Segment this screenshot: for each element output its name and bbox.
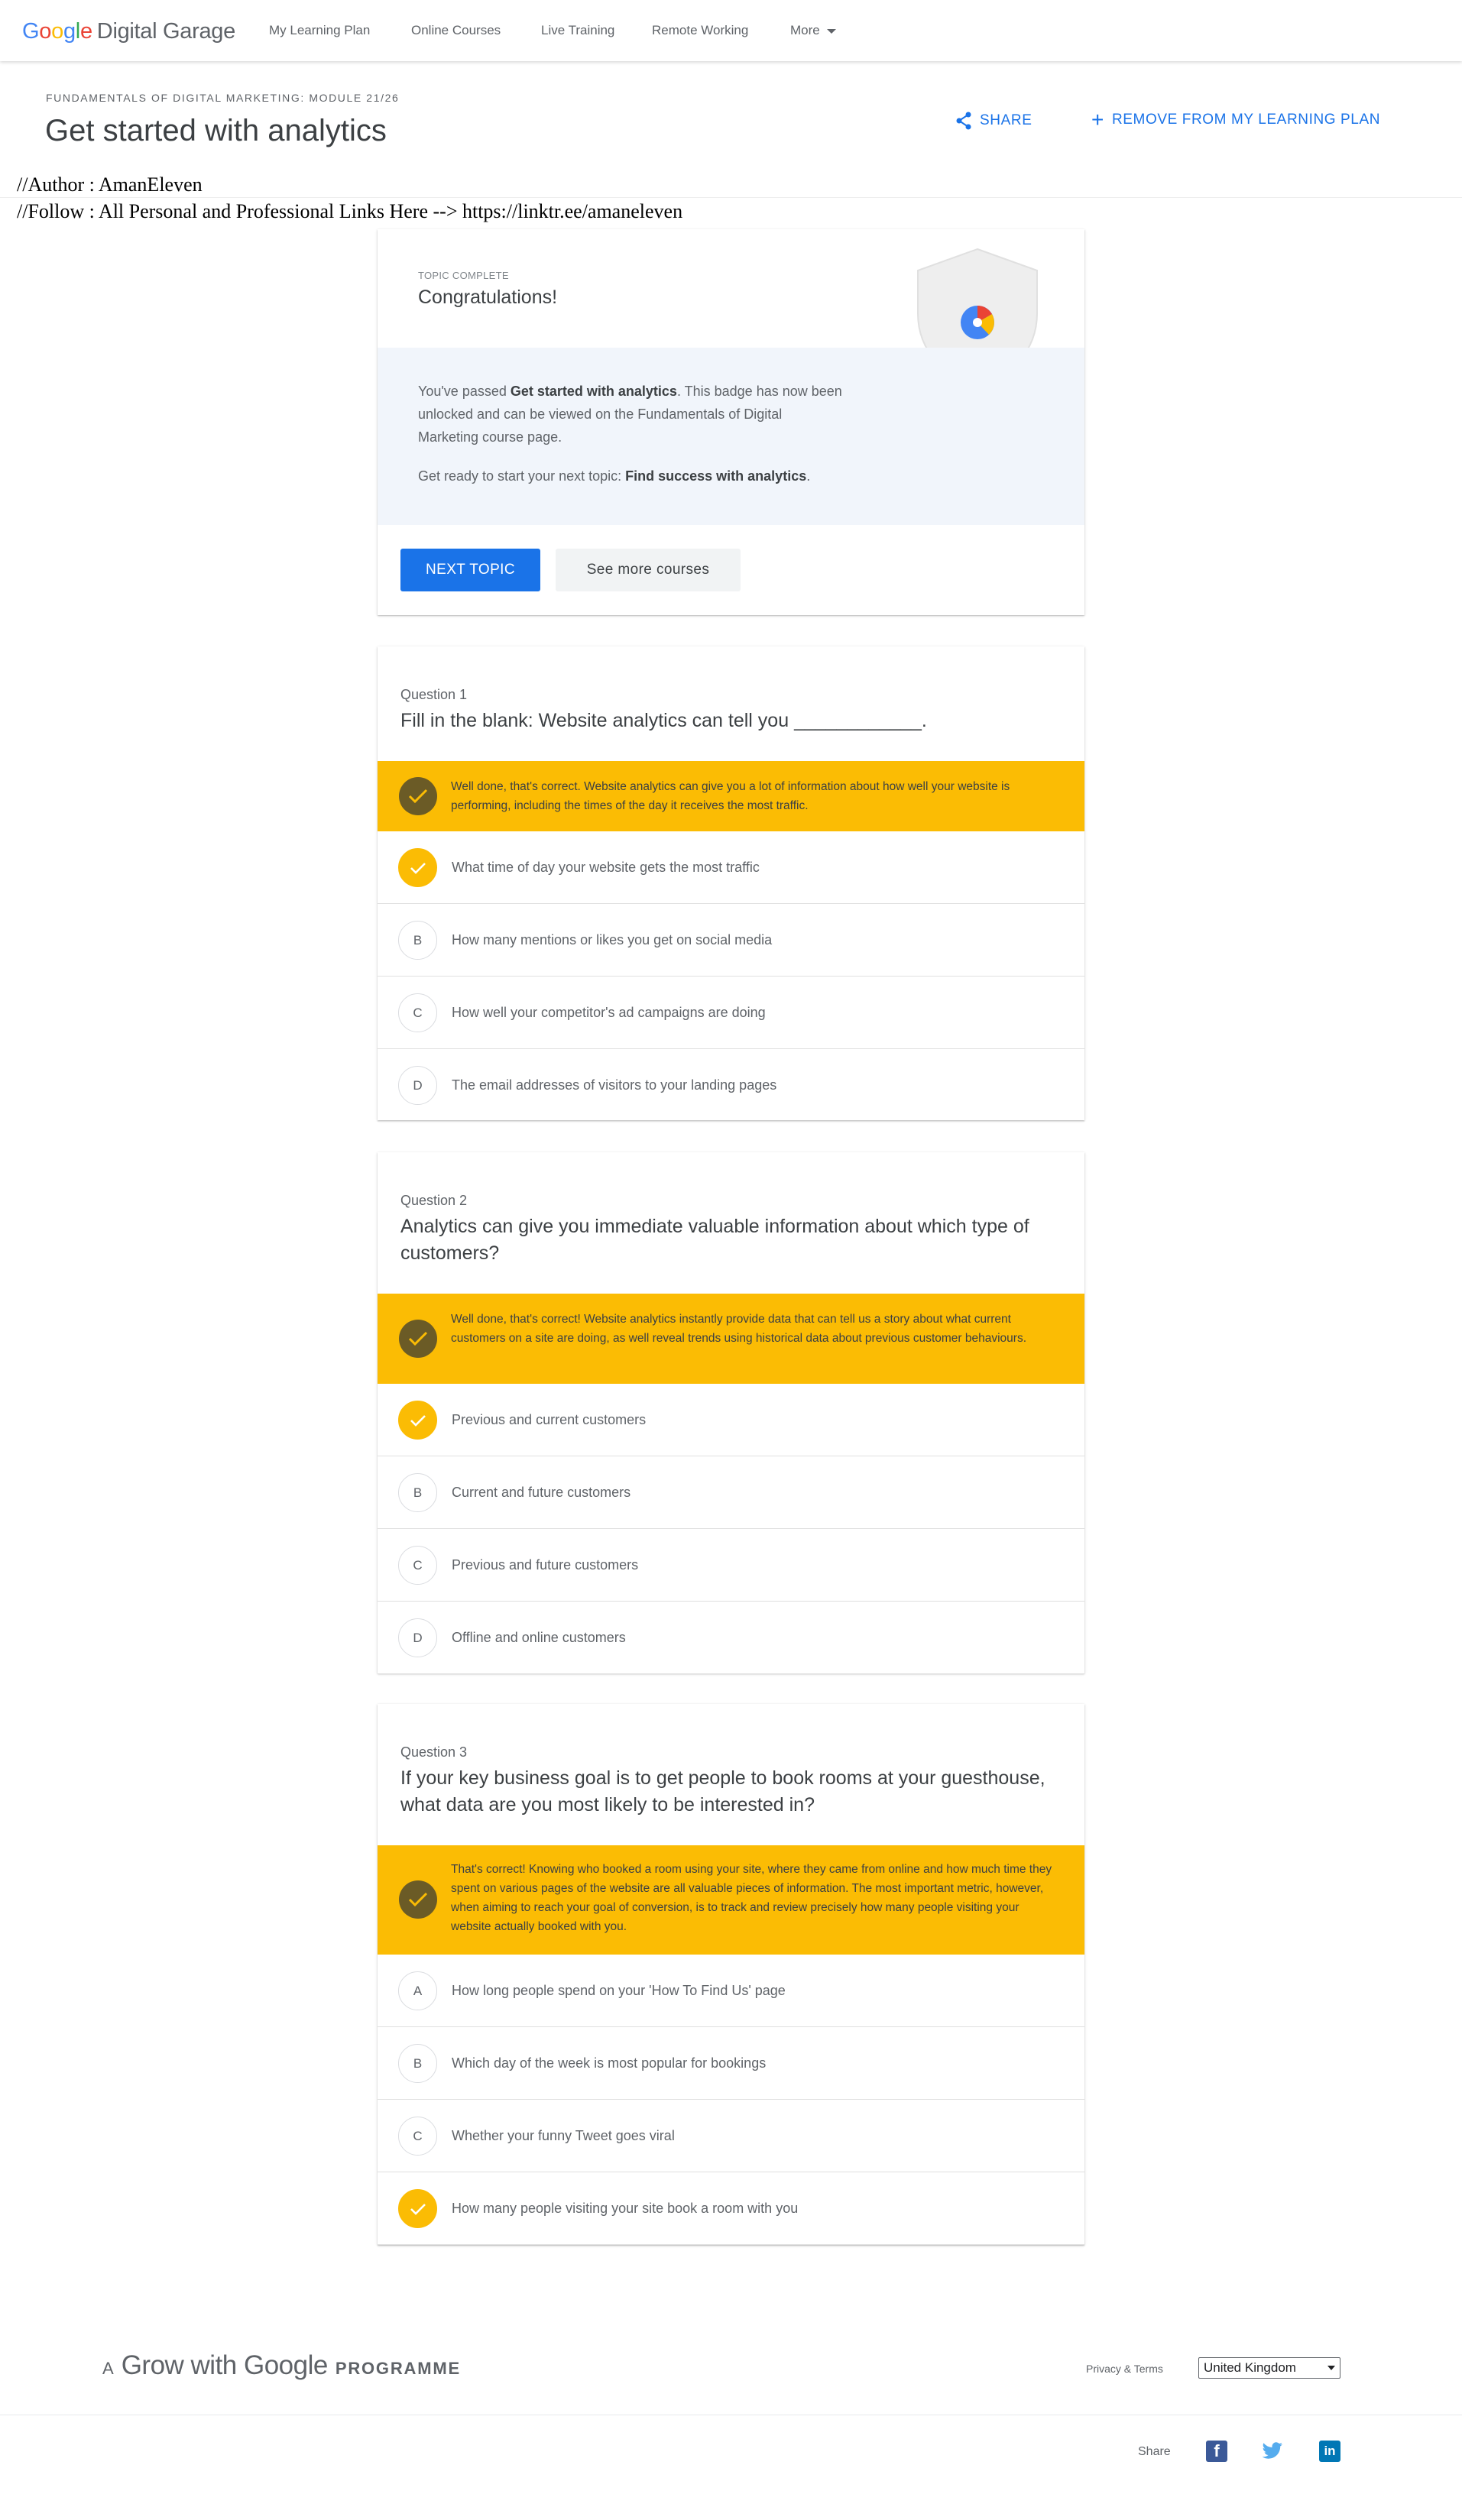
- check-icon: [398, 2189, 437, 2228]
- plus-icon: +: [1091, 108, 1104, 131]
- option-letter: B: [398, 921, 437, 960]
- logo-product-name: Digital Garage: [96, 19, 235, 44]
- nav-more-label: More: [790, 23, 820, 37]
- next-topic-message: Get ready to start your next topic: Find…: [418, 468, 811, 484]
- check-icon: [398, 1401, 437, 1440]
- answer-option[interactable]: D Offline and online customers: [378, 1602, 1084, 1674]
- check-icon: [399, 1320, 437, 1358]
- option-letter: B: [398, 1473, 437, 1512]
- module-kicker: FUNDAMENTALS OF DIGITAL MARKETING: MODUL…: [46, 92, 400, 104]
- option-letter: B: [398, 2044, 437, 2083]
- grow-with-google-logo[interactable]: A Grow with Google PROGRAMME: [102, 2350, 461, 2381]
- option-letter: C: [398, 2117, 437, 2156]
- answer-option[interactable]: D The email addresses of visitors to you…: [378, 1049, 1084, 1122]
- option-text: What time of day your website gets the m…: [452, 860, 760, 875]
- question-text: Analytics can give you immediate valuabl…: [400, 1216, 1029, 1264]
- answer-option[interactable]: Previous and current customers: [378, 1384, 1084, 1456]
- share-button[interactable]: SHARE: [955, 112, 1032, 130]
- answer-feedback: Well done, that's correct! Website analy…: [378, 1294, 1084, 1384]
- header-divider: [0, 197, 1462, 198]
- nav-live-training[interactable]: Live Training: [541, 21, 614, 40]
- question-card-1: Question 1 Fill in the blank: Website an…: [378, 646, 1084, 1122]
- follow-line: //Follow : All Personal and Professional…: [17, 200, 683, 222]
- question-text: If your key business goal is to get peop…: [400, 1767, 1045, 1816]
- nav-more-menu[interactable]: More: [790, 21, 836, 40]
- nav-my-learning-plan[interactable]: My Learning Plan: [269, 21, 370, 40]
- feedback-text: That's correct! Knowing who booked a roo…: [451, 1863, 1052, 1933]
- share-icon: [956, 112, 971, 130]
- question-label: Question 3: [400, 1744, 468, 1760]
- top-navigation: Google Digital Garage My Learning Plan On…: [0, 0, 1462, 61]
- nav-online-courses[interactable]: Online Courses: [411, 21, 501, 40]
- answer-option[interactable]: C How well your competitor's ad campaign…: [378, 977, 1084, 1049]
- question-card-2: Question 2 Analytics can give you immedi…: [378, 1152, 1084, 1674]
- topic-status: TOPIC COMPLETE: [418, 270, 509, 281]
- option-letter: C: [398, 1546, 437, 1585]
- answer-option[interactable]: How many people visiting your site book …: [378, 2172, 1084, 2245]
- option-text: How many people visiting your site book …: [452, 2201, 799, 2216]
- linkedin-icon[interactable]: in: [1319, 2441, 1340, 2462]
- chevron-down-icon: [1327, 2366, 1335, 2370]
- remove-label: REMOVE FROM MY LEARNING PLAN: [1111, 112, 1381, 128]
- check-icon: [399, 777, 437, 815]
- page-title: Get started with analytics: [45, 114, 387, 147]
- answer-option[interactable]: C Whether your funny Tweet goes viral: [378, 2100, 1084, 2172]
- author-line: //Author : AmanEleven: [17, 173, 203, 196]
- congrats-message-panel: You've passed Get started with analytics…: [378, 348, 1084, 525]
- feedback-text: Well done, that's correct. Website analy…: [451, 780, 1010, 812]
- congrats-title: Congratulations!: [418, 287, 558, 308]
- digital-garage-logo[interactable]: Google Digital Garage: [22, 18, 235, 44]
- option-letter: A: [398, 1971, 437, 2010]
- question-label: Question 2: [400, 1193, 468, 1208]
- next-topic-button[interactable]: NEXT TOPIC: [400, 549, 540, 591]
- answer-option[interactable]: A How long people spend on your 'How To …: [378, 1955, 1084, 2027]
- option-text: Current and future customers: [452, 1485, 631, 1500]
- footer-share-label: Share: [1138, 2445, 1171, 2458]
- answer-option[interactable]: B Current and future customers: [378, 1456, 1084, 1529]
- remove-from-plan-button[interactable]: + REMOVE FROM MY LEARNING PLAN: [1091, 108, 1381, 131]
- caret-down-icon: [826, 28, 836, 34]
- question-text: Fill in the blank: Website analytics can…: [400, 710, 927, 731]
- share-label: SHARE: [980, 112, 1032, 128]
- option-text: Previous and future customers: [452, 1557, 639, 1573]
- option-text: Whether your funny Tweet goes viral: [452, 2128, 675, 2143]
- answer-option[interactable]: B Which day of the week is most popular …: [378, 2027, 1084, 2100]
- country-value: United Kingdom: [1204, 2360, 1296, 2375]
- check-icon: [398, 848, 437, 887]
- privacy-terms-link[interactable]: Privacy & Terms: [1086, 2363, 1163, 2375]
- option-letter: D: [398, 1618, 437, 1657]
- option-letter: C: [398, 993, 437, 1032]
- answer-option[interactable]: What time of day your website gets the m…: [378, 831, 1084, 904]
- answer-option[interactable]: B How many mentions or likes you get on …: [378, 904, 1084, 977]
- option-letter: D: [398, 1066, 437, 1105]
- nav-remote-working[interactable]: Remote Working: [652, 21, 748, 40]
- answer-option[interactable]: C Previous and future customers: [378, 1529, 1084, 1602]
- check-icon: [399, 1880, 437, 1919]
- option-text: How long people spend on your 'How To Fi…: [452, 1983, 786, 1998]
- option-text: The email addresses of visitors to your …: [452, 1077, 777, 1093]
- congrats-message: You've passed Get started with analytics…: [418, 384, 842, 445]
- country-select[interactable]: United Kingdom: [1198, 2357, 1340, 2379]
- answer-feedback: That's correct! Knowing who booked a roo…: [378, 1845, 1084, 1955]
- option-text: Previous and current customers: [452, 1412, 647, 1427]
- question-label: Question 1: [400, 687, 468, 702]
- feedback-text: Well done, that's correct! Website analy…: [451, 1313, 1027, 1345]
- see-more-courses-button[interactable]: See more courses: [556, 549, 741, 591]
- facebook-icon[interactable]: f: [1206, 2441, 1227, 2462]
- congratulations-card: TOPIC COMPLETE Congratulations! You've p…: [378, 229, 1084, 615]
- option-text: Offline and online customers: [452, 1630, 626, 1645]
- option-text: Which day of the week is most popular fo…: [452, 2055, 767, 2071]
- twitter-icon[interactable]: [1262, 2441, 1283, 2462]
- question-card-3: Question 3 If your key business goal is …: [378, 1704, 1084, 2245]
- option-text: How well your competitor's ad campaigns …: [452, 1005, 766, 1020]
- option-text: How many mentions or likes you get on so…: [452, 932, 773, 947]
- answer-feedback: Well done, that's correct. Website analy…: [378, 761, 1084, 831]
